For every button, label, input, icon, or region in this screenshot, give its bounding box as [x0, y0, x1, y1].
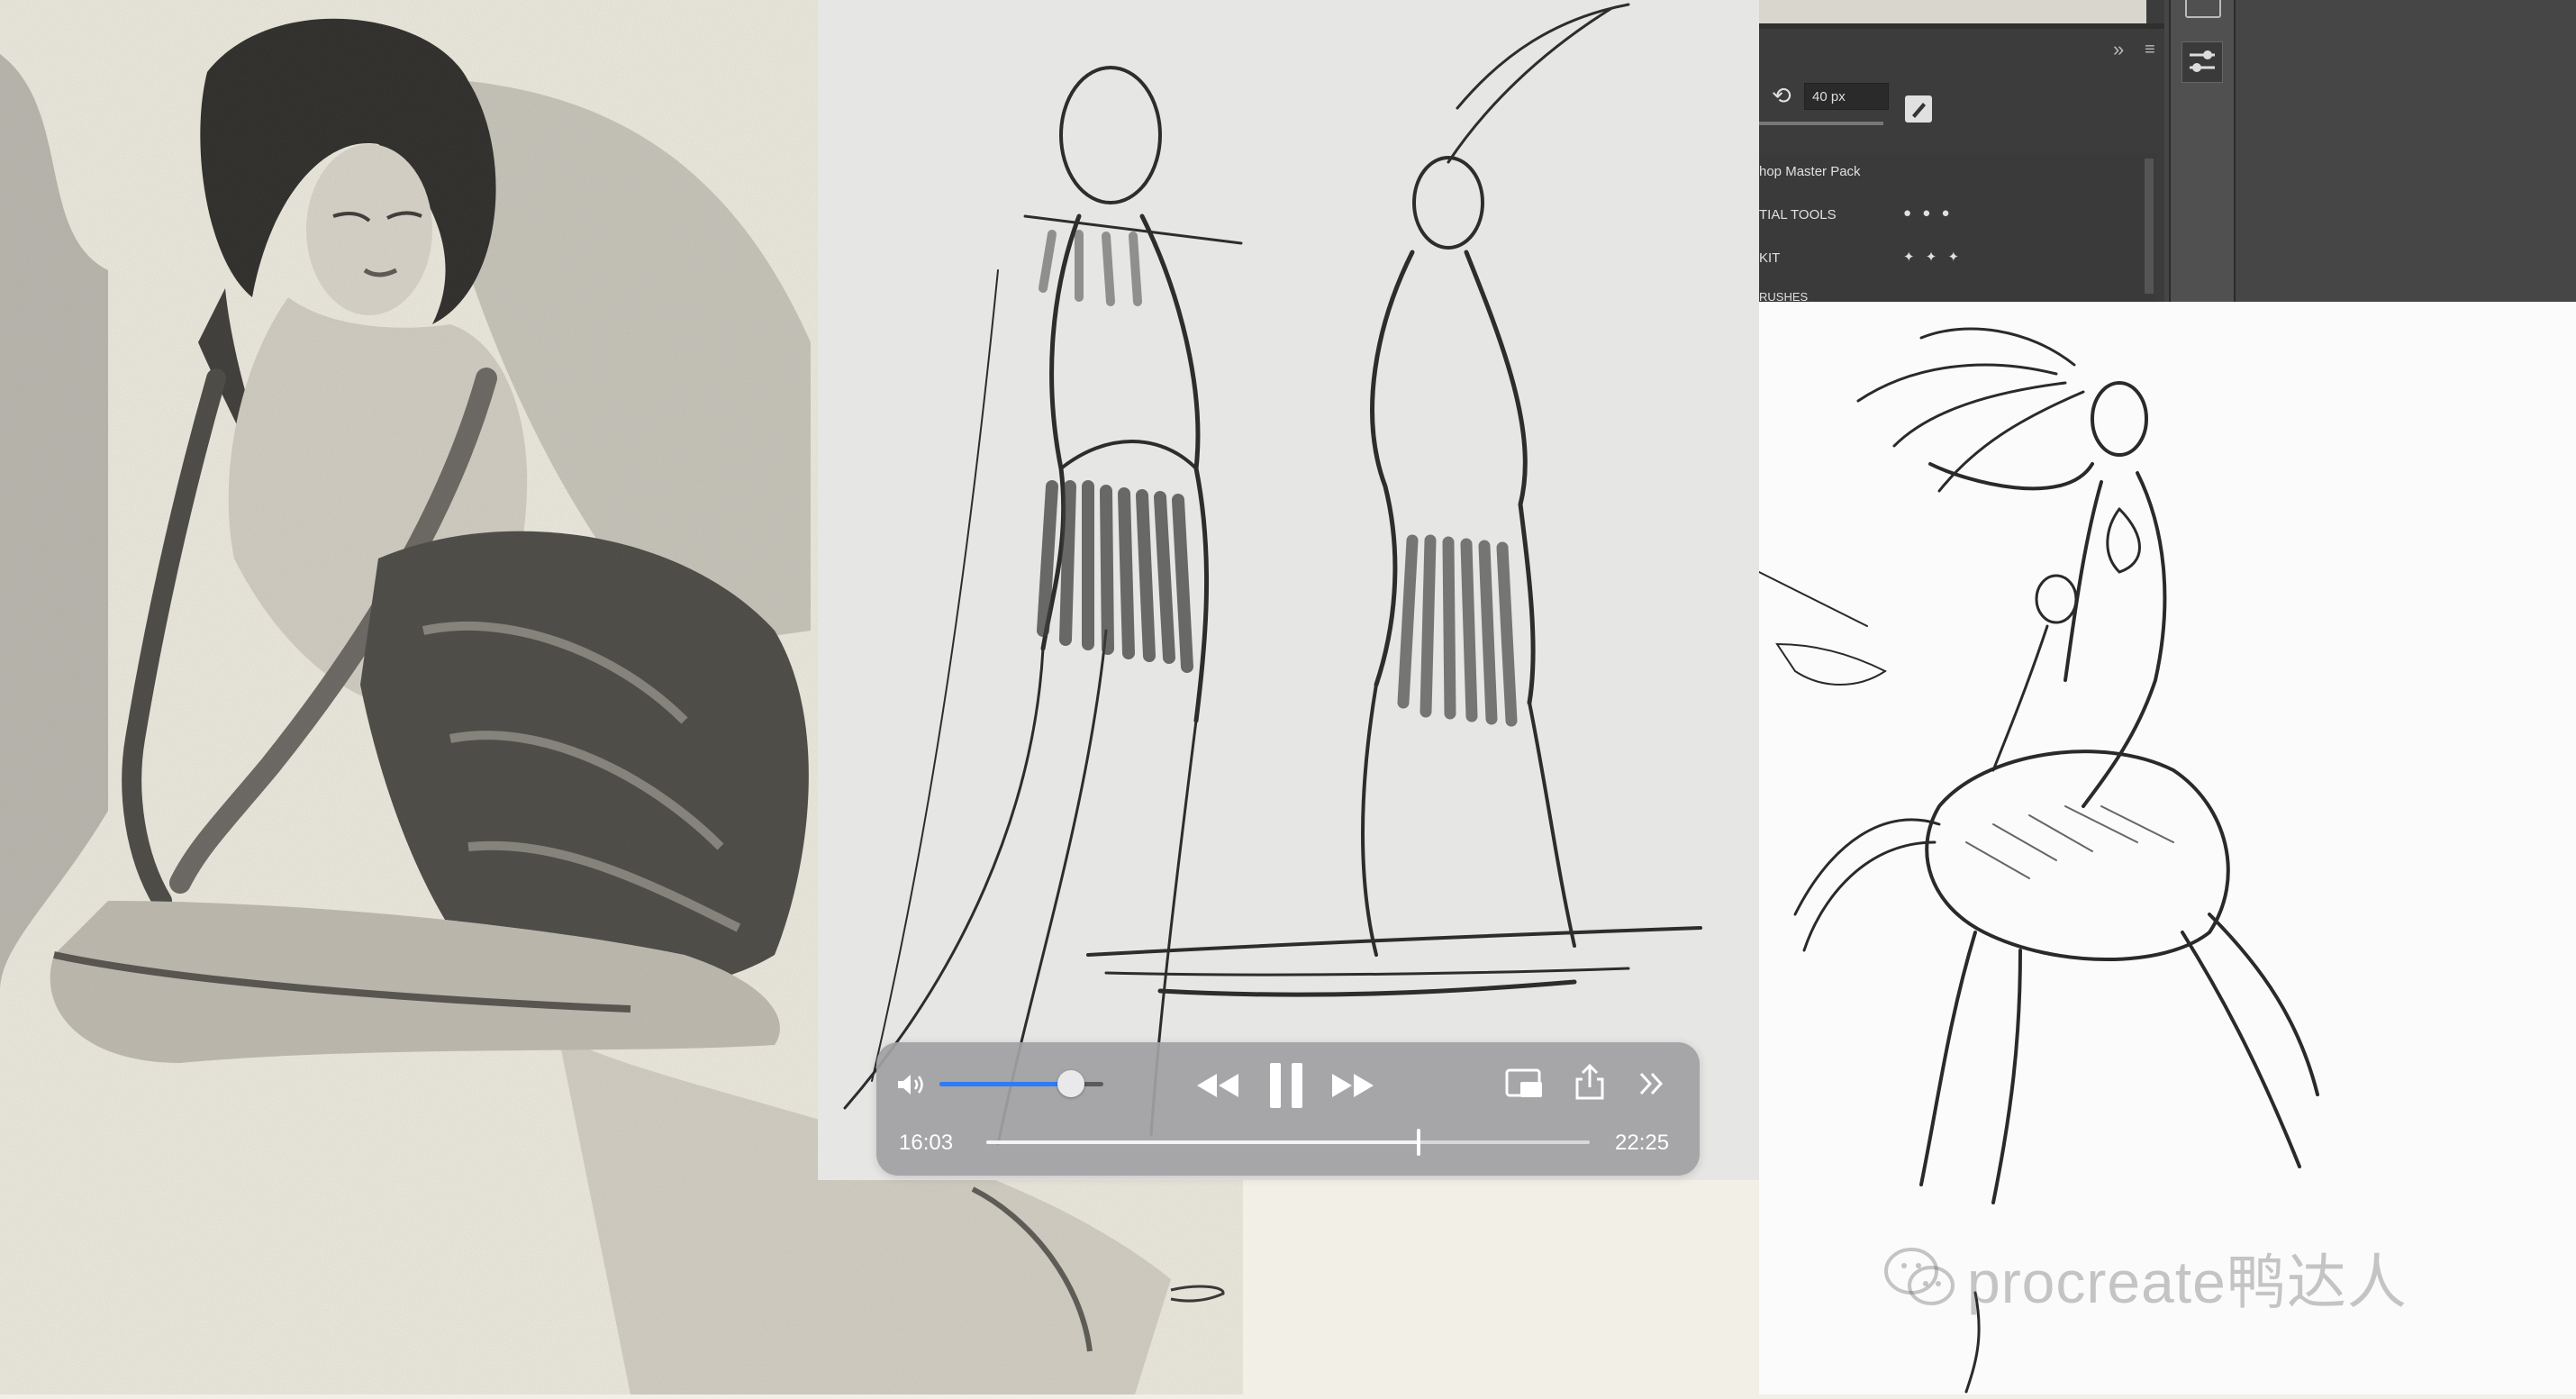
- pause-button[interactable]: [1264, 1060, 1309, 1111]
- centaur-sketch: [1758, 327, 2319, 1394]
- brush-group-item[interactable]: hop Master Pack: [1759, 164, 1861, 179]
- picture-in-picture-button[interactable]: [1503, 1066, 1547, 1102]
- share-icon: [1575, 1063, 1604, 1100]
- playback-progress-fill: [986, 1140, 1419, 1144]
- brush-preset-list: hop Master Pack TIAL TOOLS ● ● ● KIT ✦ ✦…: [1759, 153, 2155, 302]
- more-options-button[interactable]: [1633, 1066, 1669, 1102]
- reference-drawing-gesture-figures: [818, 0, 1759, 1180]
- fast-forward-icon: [1332, 1074, 1374, 1097]
- video-player-controls: 16:03 22:25: [876, 1042, 1700, 1176]
- brush-settings-tab[interactable]: [2181, 41, 2223, 83]
- more-chevrons-icon: [1639, 1072, 1664, 1095]
- collapse-panel-icon[interactable]: »: [2113, 38, 2124, 61]
- panel-icon-strip: [2169, 0, 2236, 302]
- brush-size-field[interactable]: 40 px: [1804, 83, 1889, 110]
- total-duration: 22:25: [1615, 1131, 1670, 1155]
- wechat-icon: [1884, 1248, 1955, 1305]
- share-button[interactable]: [1570, 1062, 1610, 1102]
- rewind-button[interactable]: [1193, 1067, 1240, 1104]
- playback-progress-bar[interactable]: [986, 1140, 1590, 1144]
- brush-group-label: KIT: [1759, 250, 1781, 266]
- canvas-edge-strip: [1759, 0, 2146, 23]
- volume-level: [939, 1082, 1071, 1086]
- panel-menu-icon[interactable]: ≡: [2145, 40, 2155, 60]
- current-time: 16:03: [899, 1131, 954, 1155]
- brush-group-marker: ✦ ✦ ✦: [1903, 250, 1964, 265]
- rotate-brush-icon[interactable]: ⟲: [1772, 83, 1797, 108]
- brush-group-item[interactable]: KIT: [1759, 250, 1780, 266]
- edit-brush-icon: [1912, 103, 1926, 118]
- watermark: procreate鸭达人: [1882, 1234, 2408, 1321]
- fast-forward-button[interactable]: [1330, 1067, 1377, 1104]
- brush-group-marker: ● ● ●: [1903, 205, 1954, 221]
- photoshop-brush-panel: » ≡ ⟲ 40 px hop Master Pack TIAL TOOLS ●…: [1759, 0, 2576, 302]
- volume-button[interactable]: [894, 1069, 930, 1100]
- rewind-icon: [1197, 1074, 1238, 1097]
- reference-drawing-centaur-rider: [1758, 302, 2576, 1394]
- brush-group-label: RUSHES: [1759, 290, 1809, 302]
- brush-group-item[interactable]: TIAL TOOLS: [1759, 207, 1837, 223]
- list-scrollbar[interactable]: [2145, 159, 2154, 294]
- layers-icon[interactable]: [2185, 0, 2221, 18]
- panel-header-bar: [1759, 23, 2164, 29]
- brush-group-item[interactable]: RUSHES: [1759, 290, 1808, 302]
- pause-icon: [1270, 1063, 1302, 1108]
- gesture-figures-sketch: [843, 3, 1702, 1146]
- brush-size-slider[interactable]: [1759, 122, 1883, 125]
- volume-icon: [898, 1075, 923, 1095]
- brush-sliders-icon: [2190, 50, 2215, 72]
- watermark-text: procreate鸭达人: [1967, 1249, 2408, 1315]
- brush-group-label: TIAL TOOLS: [1759, 207, 1837, 223]
- picture-in-picture-icon: [1505, 1068, 1542, 1097]
- brush-group-label: hop Master Pack: [1759, 164, 1861, 179]
- brush-settings-button[interactable]: [1905, 95, 1932, 123]
- volume-slider-thumb[interactable]: [1057, 1070, 1084, 1097]
- playback-scrubber[interactable]: [1416, 1129, 1420, 1156]
